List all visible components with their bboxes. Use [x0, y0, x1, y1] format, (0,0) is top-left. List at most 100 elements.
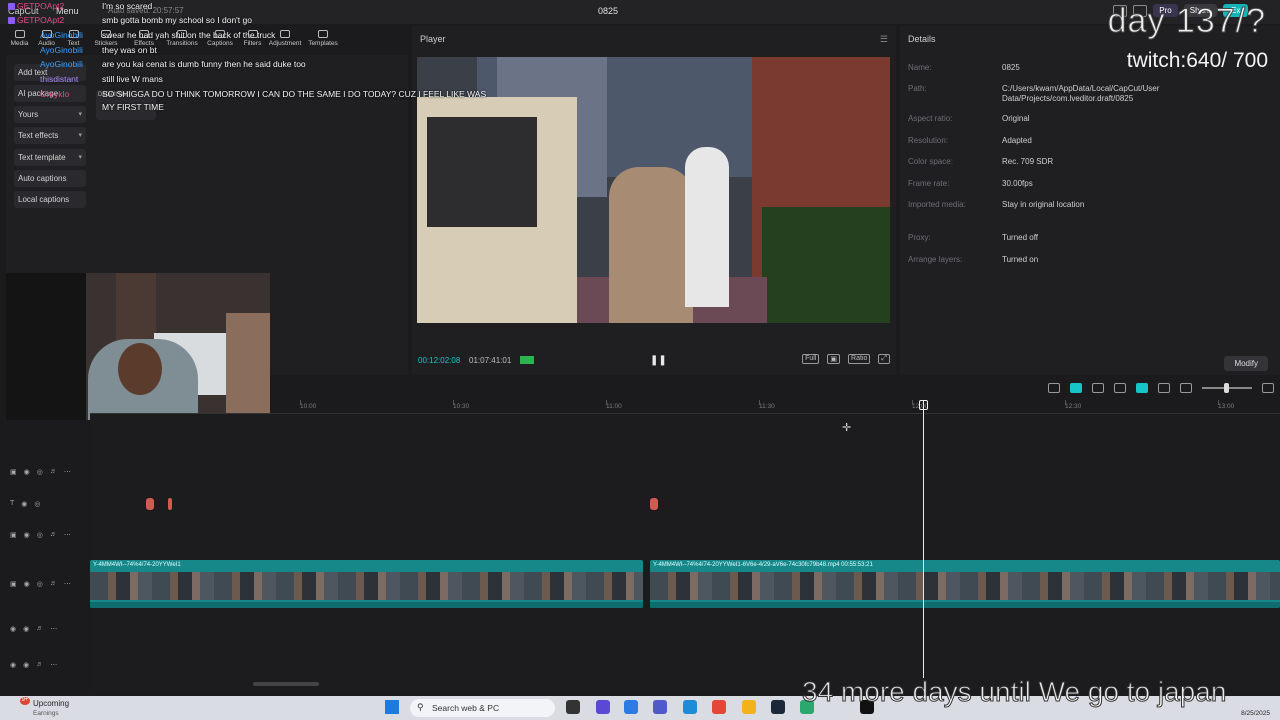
ratio-button[interactable]: Ratio — [848, 354, 871, 364]
templates-icon — [318, 30, 328, 38]
edge-icon[interactable] — [683, 700, 697, 714]
task-view-icon[interactable] — [566, 700, 580, 714]
audio-icon[interactable]: ♬ — [36, 661, 43, 669]
current-time: 00:12:02:08 — [418, 356, 461, 365]
teams-icon[interactable] — [653, 700, 667, 714]
more-icon[interactable]: ⋯ — [64, 468, 71, 476]
chat-line: thisdistant — [40, 74, 78, 86]
taskbar-search[interactable]: ⚲ Search web & PC — [410, 699, 555, 717]
more-icon[interactable]: ⋯ — [64, 580, 71, 588]
zoom-in-icon[interactable] — [1262, 383, 1274, 393]
audio-track-icon: ◉ — [10, 626, 17, 633]
timeline-ruler[interactable]: 10:00 10:30 11:00 11:30 12:00 12:30 13:0… — [90, 400, 1280, 414]
audio-icon[interactable]: ♬ — [50, 468, 57, 476]
pause-button[interactable]: ❚❚ — [650, 355, 667, 366]
track-controls: ▣ ◉ ◎ ♬ ⋯ — [10, 468, 71, 476]
timeline-tracks[interactable] — [90, 414, 1280, 690]
steam-icon[interactable] — [771, 700, 785, 714]
split-icon[interactable] — [1092, 383, 1104, 393]
tool-templates[interactable]: Templates — [304, 26, 342, 47]
chat-username: AyoGinobili — [40, 45, 83, 55]
media-icon — [14, 30, 25, 38]
microphone-icon[interactable] — [1048, 383, 1060, 393]
detail-label: Name: — [908, 63, 932, 72]
more-icon[interactable]: ⋯ — [50, 661, 57, 669]
detail-label: Frame rate: — [908, 179, 950, 188]
audio-level-icon — [520, 356, 534, 364]
eye-icon[interactable]: ◎ — [37, 468, 43, 476]
link-icon[interactable] — [1070, 383, 1082, 393]
widget-title[interactable]: Upcoming — [33, 699, 69, 708]
crop-icon[interactable]: ▣ — [827, 354, 841, 364]
chat-line: AyoGinobili — [40, 30, 83, 42]
fullscreen-icon[interactable]: ⤢ — [878, 354, 890, 364]
audio-icon[interactable]: ♬ — [50, 580, 57, 588]
lock-icon[interactable]: ◉ — [23, 661, 29, 669]
more-icon[interactable]: ⋯ — [50, 625, 57, 633]
audio-icon[interactable]: ♬ — [36, 625, 43, 633]
discord-icon[interactable] — [596, 700, 610, 714]
snap-icon[interactable] — [1114, 383, 1126, 393]
eye-icon[interactable]: ◎ — [37, 531, 43, 539]
lock-icon[interactable]: ◉ — [24, 468, 30, 476]
video-truck-window — [427, 117, 537, 227]
zoom-slider[interactable] — [1202, 383, 1252, 393]
track-type-icon: ▣ — [10, 469, 17, 476]
playhead[interactable] — [923, 400, 924, 678]
track-controls: ◉ ◉ ♬ ⋯ — [10, 661, 57, 669]
yours-item[interactable]: Yours ▾ — [14, 106, 86, 123]
auto-captions-item[interactable]: Auto captions — [14, 170, 86, 187]
timeline-scrollbar[interactable] — [253, 682, 319, 686]
windows-start-icon[interactable] — [385, 700, 399, 714]
zoom-slider-knob[interactable] — [1224, 383, 1229, 393]
tool-label: Media — [10, 40, 29, 47]
chat-message: are you kai cenat is dumb funny then he … — [102, 59, 306, 69]
modify-button[interactable]: Modify — [1224, 356, 1268, 371]
lock-icon[interactable]: ◉ — [24, 531, 30, 539]
track-headers: ▣ ◉ ◎ ♬ ⋯ T ◉ ◎ ▣ ◉ ◎ ♬ ⋯ ▣ ◉ ◎ ♬ ⋯ ◉ ◉ ♬ ⋯ ◉ ◉ ♬ ⋯ — [0, 420, 90, 690]
chevron-down-icon: ▾ — [78, 111, 82, 118]
menu-icon[interactable]: ☰ — [880, 34, 888, 45]
text-clip-marker[interactable] — [168, 498, 172, 510]
tool-label: Transitions — [166, 40, 198, 47]
text-template-item[interactable]: Text template ▾ — [14, 149, 86, 166]
chrome-icon[interactable] — [712, 700, 726, 714]
eye-icon[interactable]: ◎ — [37, 580, 43, 588]
video-preview[interactable] — [417, 57, 890, 323]
clip-label: Y-4MM4WI--74%4/74-20YYWeI1-6V6e-4/29-aV6… — [653, 562, 873, 568]
playhead-handle[interactable] — [919, 400, 928, 410]
text-clip-marker[interactable] — [146, 498, 154, 510]
item-label: Auto captions — [18, 174, 67, 183]
chat-line: Greyklo — [40, 89, 69, 101]
webcam-streamer-head — [118, 343, 162, 395]
file-explorer-icon[interactable] — [742, 700, 756, 714]
search-placeholder: Search web & PC — [432, 703, 500, 713]
zoom-out-icon[interactable] — [1180, 383, 1192, 393]
player-title: Player — [420, 34, 446, 44]
chat-line: GETPOApt2 — [0, 15, 64, 27]
text-effects-item[interactable]: Text effects ▾ — [14, 127, 86, 144]
full-quality-button[interactable]: Full — [802, 354, 820, 364]
chat-username: GETPOApt2 — [17, 15, 65, 25]
lock-icon[interactable]: ◉ — [23, 625, 29, 633]
video-clip[interactable]: Y-4MM4WI--74%4/74-20YYWeI1 — [90, 560, 643, 608]
track-controls: T ◉ ◎ — [10, 500, 41, 508]
detail-label: Resolution: — [908, 136, 949, 145]
detail-value: Original — [1002, 114, 1030, 123]
tick-label: 13:00 — [1218, 403, 1235, 410]
preview-axis-icon[interactable] — [1136, 383, 1148, 393]
clip-thumbnails — [90, 572, 643, 600]
eye-icon[interactable]: ◎ — [34, 500, 40, 508]
text-clip-marker[interactable] — [650, 498, 658, 510]
tool-label: Adjustment — [268, 40, 302, 47]
audio-icon[interactable]: ♬ — [50, 531, 57, 539]
video-clip[interactable]: Y-4MM4WI--74%4/74-20YYWeI1-6V6e-4/29-aV6… — [650, 560, 1280, 608]
copilot-icon[interactable] — [624, 700, 638, 714]
fit-icon[interactable] — [1158, 383, 1170, 393]
more-icon[interactable]: ⋯ — [64, 531, 71, 539]
lock-icon[interactable]: ◉ — [24, 580, 30, 588]
lock-icon[interactable]: ◉ — [21, 500, 27, 508]
twitch-goal-overlay: twitch:640/ 700 — [1126, 49, 1268, 72]
local-captions-item[interactable]: Local captions — [14, 191, 86, 208]
tool-media[interactable]: Media — [6, 26, 33, 47]
